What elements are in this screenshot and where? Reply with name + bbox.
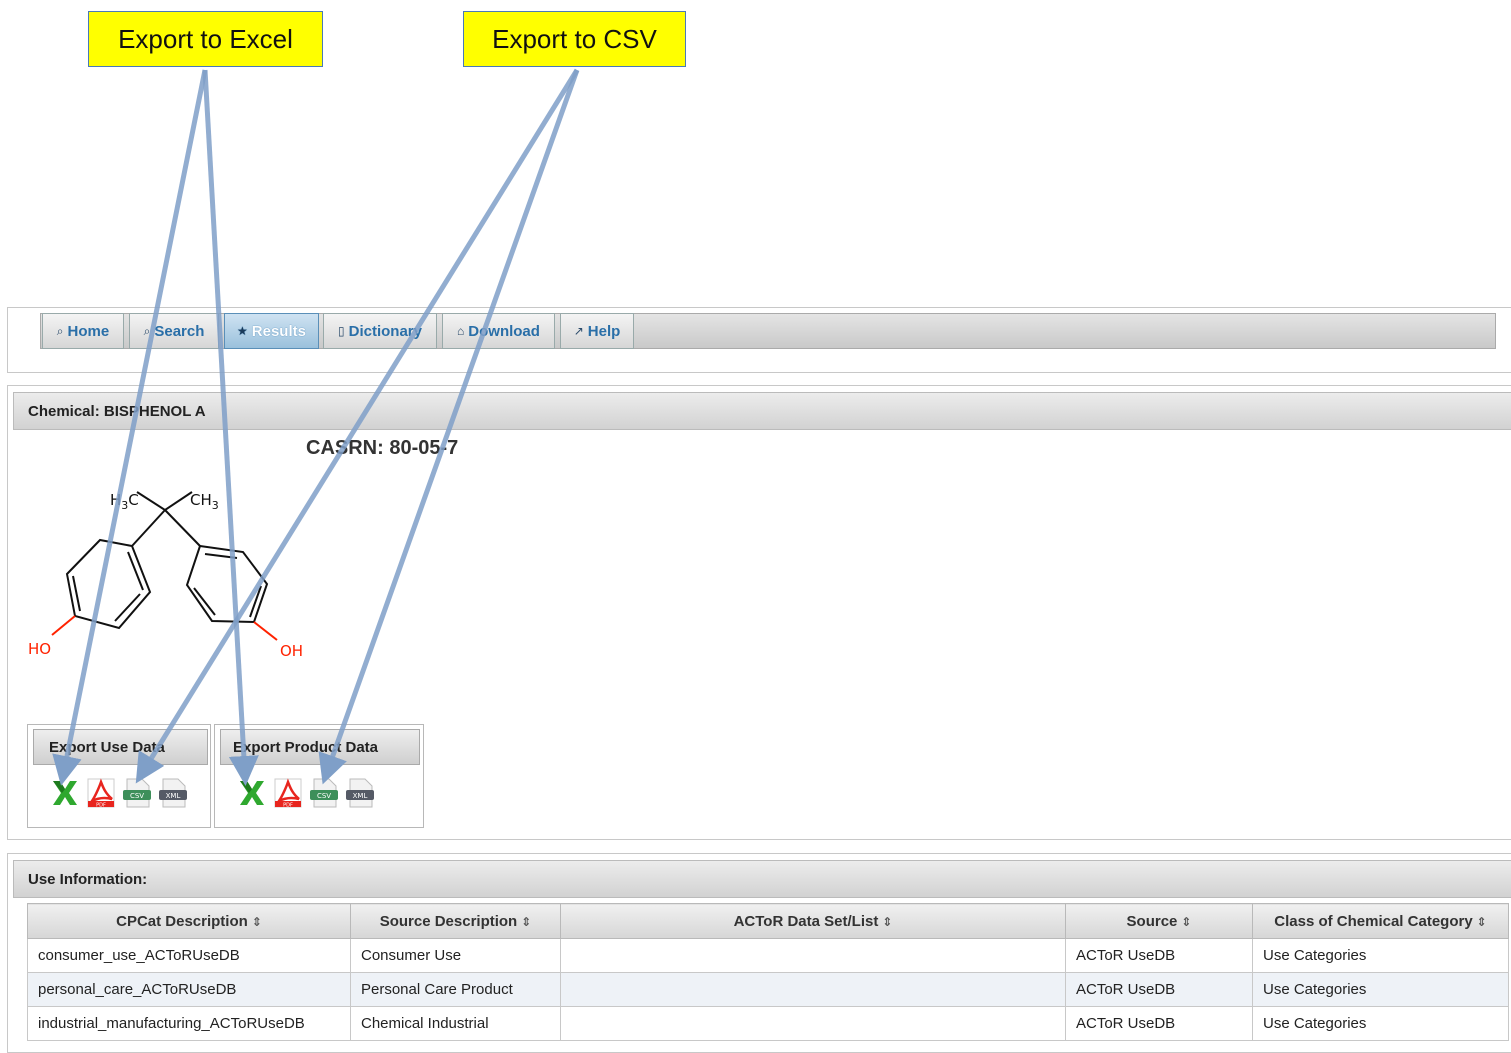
document-icon: ▯: [338, 324, 345, 338]
column-header-actor-data-set[interactable]: ACToR Data Set/List ⇕: [560, 903, 1066, 939]
chemical-header: Chemical: BISPHENOL A: [13, 392, 1511, 430]
table-cell: Consumer Use: [350, 938, 561, 973]
svg-text:XML: XML: [166, 792, 181, 800]
sort-icon[interactable]: ⇕: [882, 915, 892, 929]
table-cell: industrial_manufacturing_ACToRUseDB: [27, 1006, 351, 1041]
tab-search[interactable]: ⌕ Search: [129, 313, 219, 349]
svg-text:PDF: PDF: [283, 803, 293, 809]
column-header-cpcat-description[interactable]: CPCat Description ⇕: [27, 903, 351, 939]
chemical-structure-image: H3C CH3 HO OH: [28, 491, 303, 660]
export-use-box: Export Use Data PDF CSV XML: [27, 724, 211, 828]
table-cell: personal_care_ACToRUseDB: [27, 972, 351, 1007]
table-cell: ACToR UseDB: [1065, 938, 1253, 973]
tab-results-label: Results: [251, 322, 306, 340]
table-cell: Use Categories: [1252, 1006, 1509, 1041]
svg-text:CSV: CSV: [317, 792, 331, 800]
star-icon: ★: [237, 324, 248, 338]
table-cell: Use Categories: [1252, 972, 1509, 1007]
table-cell: [560, 972, 1066, 1007]
sort-icon[interactable]: ⇕: [1477, 915, 1487, 929]
pdf-icon[interactable]: PDF: [86, 777, 116, 809]
tab-dictionary-label: Dictionary: [348, 322, 422, 340]
sort-icon[interactable]: ⇕: [521, 915, 531, 929]
column-header-class-of-chemical-category[interactable]: Class of Chemical Category ⇕: [1252, 903, 1509, 939]
csv-icon[interactable]: CSV: [122, 777, 152, 809]
casrn-label: CASRN: 80-05-7: [306, 437, 459, 459]
svg-text:PDF: PDF: [96, 803, 106, 809]
search-icon: ⌕: [143, 323, 151, 338]
use-information-table: CPCat Description ⇕ Source Description ⇕ A…: [27, 903, 1509, 1041]
table-cell: consumer_use_ACToRUseDB: [27, 938, 351, 973]
tab-home-label: Home: [67, 322, 110, 340]
tab-results[interactable]: ★ Results: [224, 313, 319, 349]
wrench-icon: ↗: [573, 324, 584, 338]
sort-icon[interactable]: ⇕: [1181, 915, 1191, 929]
column-header-source-description[interactable]: Source Description ⇕: [350, 903, 561, 939]
tab-download-label: Download: [468, 322, 540, 340]
table-row: industrial_manufacturing_ACToRUseDB Chem…: [27, 1006, 1509, 1041]
export-product-data-button[interactable]: Export Product Data: [220, 729, 420, 765]
tab-dictionary[interactable]: ▯ Dictionary: [323, 313, 437, 349]
sort-icon[interactable]: ⇕: [252, 915, 262, 929]
table-cell: Chemical Industrial: [350, 1006, 561, 1041]
table-cell: [560, 938, 1066, 973]
tab-download[interactable]: ⌂ Download: [442, 313, 555, 349]
methyl-left-label: H3C: [110, 491, 139, 512]
excel-icon[interactable]: [237, 777, 267, 809]
export-csv-callout: Export to CSV: [463, 11, 686, 67]
table-cell: ACToR UseDB: [1065, 972, 1253, 1007]
xml-icon[interactable]: XML: [345, 777, 375, 809]
tab-home[interactable]: ⌕ Home: [42, 313, 124, 349]
svg-text:CSV: CSV: [130, 792, 144, 800]
table-cell: [560, 1006, 1066, 1041]
methyl-right-label: CH3: [190, 491, 219, 512]
export-excel-callout: Export to Excel: [88, 11, 323, 67]
svg-text:XML: XML: [353, 792, 368, 800]
table-row: personal_care_ACToRUseDB Personal Care P…: [27, 972, 1509, 1007]
csv-icon[interactable]: CSV: [309, 777, 339, 809]
tab-help[interactable]: ↗ Help: [560, 313, 634, 349]
table-row: consumer_use_ACToRUseDB Consumer Use ACT…: [27, 938, 1509, 973]
table-cell: ACToR UseDB: [1065, 1006, 1253, 1041]
export-use-data-button[interactable]: Export Use Data: [33, 729, 208, 765]
tab-search-label: Search: [154, 322, 205, 340]
pdf-icon[interactable]: PDF: [273, 777, 303, 809]
hydroxyl-left-label: HO: [28, 640, 51, 658]
export-product-box: Export Product Data PDF CSV XML: [214, 724, 424, 828]
table-cell: Personal Care Product: [350, 972, 561, 1007]
xml-icon[interactable]: XML: [158, 777, 188, 809]
excel-icon[interactable]: [50, 777, 80, 809]
search-icon: ⌕: [56, 323, 64, 338]
use-information-header: Use Information:: [13, 860, 1511, 898]
tab-help-label: Help: [587, 322, 621, 340]
hydroxyl-right-label: OH: [280, 642, 303, 660]
home-icon: ⌂: [457, 324, 465, 338]
table-cell: Use Categories: [1252, 938, 1509, 973]
column-header-source[interactable]: Source ⇕: [1065, 903, 1253, 939]
